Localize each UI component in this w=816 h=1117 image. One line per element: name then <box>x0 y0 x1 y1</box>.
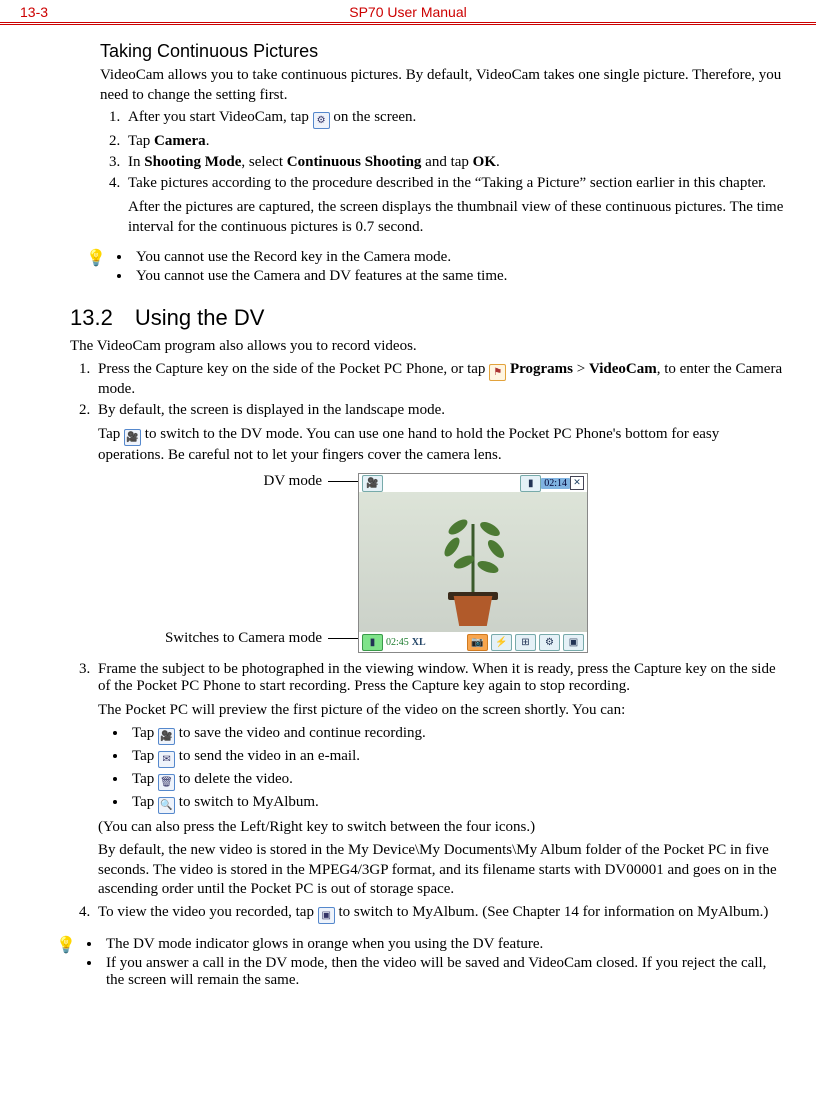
continuous-intro: VideoCam allows you to take continuous p… <box>100 66 786 105</box>
fig-bottom-time: 02:45 <box>386 637 409 648</box>
heading-dv: 13.2 Using the DV <box>70 305 786 331</box>
doc-title: SP70 User Manual <box>214 4 602 20</box>
note-block-2: 💡 The DV mode indicator glows in orange … <box>56 934 786 991</box>
fig-xl-label: XL <box>412 637 426 648</box>
cont-step-1: After you start VideoCam, tap ⚙ on the s… <box>124 109 786 129</box>
screenshot-preview: 🎥 ▮ 02:14 ✕ <box>358 473 588 653</box>
subheading-continuous: Taking Continuous Pictures <box>100 41 786 62</box>
myalbum-icon: 🔍 <box>158 797 175 814</box>
callout-dv-mode: DV mode <box>264 473 358 490</box>
fig-album-icon: ▣ <box>563 634 584 651</box>
note-1b: You cannot use the Camera and DV feature… <box>132 268 507 285</box>
send-email-icon: ✉ <box>158 751 175 768</box>
fig-toolbar-icon: ⊞ <box>515 634 536 651</box>
dv-mode-icon: 🎥 <box>124 429 141 446</box>
note-1a: You cannot use the Record key in the Cam… <box>132 249 507 266</box>
dv-bullet-send: Tap ✉ to send the video in an e-mail. <box>128 748 786 768</box>
cont-step-3: In Shooting Mode, select Continuous Shoo… <box>124 154 786 171</box>
fig-close-icon: ✕ <box>570 476 584 490</box>
fig-dv-indicator-icon: 🎥 <box>362 475 383 492</box>
continuous-steps: After you start VideoCam, tap ⚙ on the s… <box>100 109 786 237</box>
callout-camera-switch: Switches to Camera mode <box>165 630 358 647</box>
settings-icon: ⚙ <box>313 112 330 129</box>
dv-step-1: Press the Capture key on the side of the… <box>94 361 786 398</box>
fig-top-time: 02:14 <box>541 478 570 489</box>
fig-flash-icon: ⚡ <box>491 634 512 651</box>
dv-step-4: To view the video you recorded, tap ▣ to… <box>94 904 786 924</box>
dv-step-2: By default, the screen is displayed in t… <box>94 402 786 654</box>
fig-storage-icon: ▮ <box>362 634 383 651</box>
note-2a: The DV mode indicator glows in orange wh… <box>102 936 786 953</box>
fig-camera-switch-icon: 📷 <box>467 634 488 651</box>
note-2b: If you answer a call in the DV mode, the… <box>102 955 786 989</box>
fig-settings2-icon: ⚙ <box>539 634 560 651</box>
cont-step-2: Tap Camera. <box>124 133 786 150</box>
page-header: 13-3 SP70 User Manual <box>0 0 816 25</box>
start-flag-icon: ⚑ <box>489 364 506 381</box>
dv-step-3: Frame the subject to be photographed in … <box>94 661 786 900</box>
lightbulb-icon: 💡 <box>86 248 106 287</box>
dv-intro: The VideoCam program also allows you to … <box>70 337 786 357</box>
note-block-1: 💡 You cannot use the Record key in the C… <box>86 247 786 287</box>
lightbulb-icon: 💡 <box>56 935 76 991</box>
delete-video-icon: 🗑 <box>158 774 175 791</box>
dv-bullet-album: Tap 🔍 to switch to MyAlbum. <box>128 794 786 814</box>
dv-bullet-save: Tap 🎥 to save the video and continue rec… <box>128 725 786 745</box>
save-video-icon: 🎥 <box>158 728 175 745</box>
page-number: 13-3 <box>20 4 214 20</box>
myalbum-switch-icon: ▣ <box>318 907 335 924</box>
dv-figure: DV mode Switches to Camera mode 🎥 ▮ 02:1… <box>68 473 786 653</box>
cont-step-4: Take pictures according to the procedure… <box>124 175 786 237</box>
fig-battery-icon: ▮ <box>520 475 541 492</box>
dv-bullet-delete: Tap 🗑 to delete the video. <box>128 771 786 791</box>
dv-steps: Press the Capture key on the side of the… <box>70 361 786 924</box>
